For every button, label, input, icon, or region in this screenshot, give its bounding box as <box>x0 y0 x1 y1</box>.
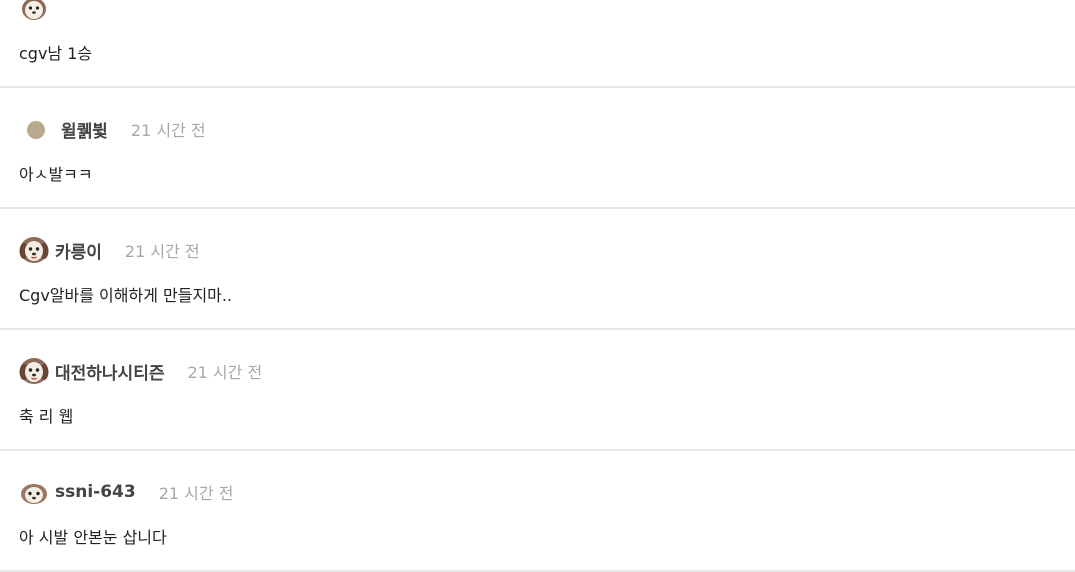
comment-author[interactable]: 카릉이 <box>55 238 102 263</box>
comment-item: ssni-643 21 시간 전 아 시발 안본눈 삽니다 <box>0 451 1075 572</box>
puppy-avatar-icon[interactable] <box>19 235 49 265</box>
comment-time: 21 시간 전 <box>124 242 200 261</box>
comment-header: 윌퀡뷫 21 시간 전 <box>19 114 206 144</box>
comment-header: 카릉이 21 시간 전 <box>19 235 200 265</box>
comment-author[interactable]: 대전하나시티즌 <box>55 359 164 384</box>
puppy-avatar-icon[interactable] <box>19 477 49 507</box>
comment-text: 아ㅅ발ㅋㅋ <box>19 165 93 184</box>
comment-list: cgv남 1승 윌퀡뷫 21 시간 전 아ㅅ발ㅋㅋ 카릉이 21 시간 전 Cg… <box>0 0 1075 572</box>
comment-item: 카릉이 21 시간 전 Cgv알바를 이해하게 만들지마.. <box>0 209 1075 330</box>
comment-item: 윌퀡뷫 21 시간 전 아ㅅ발ㅋㅋ <box>0 88 1075 209</box>
comment-time: 21 시간 전 <box>187 363 263 382</box>
comment-author[interactable]: ssni-643 <box>55 482 136 502</box>
comment-time: 21 시간 전 <box>130 121 206 140</box>
comment-time: 21 시간 전 <box>158 484 234 503</box>
comment-text: 축 리 웹 <box>19 407 74 426</box>
comment-header: ssni-643 21 시간 전 <box>19 477 233 507</box>
puppy-avatar-icon[interactable] <box>19 0 49 23</box>
comment-header <box>19 0 78 23</box>
comment-item: cgv남 1승 <box>0 0 1075 88</box>
puppy-avatar-icon[interactable] <box>19 356 49 386</box>
comment-author[interactable]: 윌퀡뷫 <box>61 117 108 142</box>
comment-item: 대전하나시티즌 21 시간 전 축 리 웹 <box>0 330 1075 451</box>
comment-text: Cgv알바를 이해하게 만들지마.. <box>19 286 233 305</box>
comment-header: 대전하나시티즌 21 시간 전 <box>19 356 262 386</box>
comment-text: 아 시발 안본눈 삽니다 <box>19 528 167 547</box>
default-avatar-icon[interactable] <box>19 114 49 144</box>
comment-text: cgv남 1승 <box>19 44 93 63</box>
